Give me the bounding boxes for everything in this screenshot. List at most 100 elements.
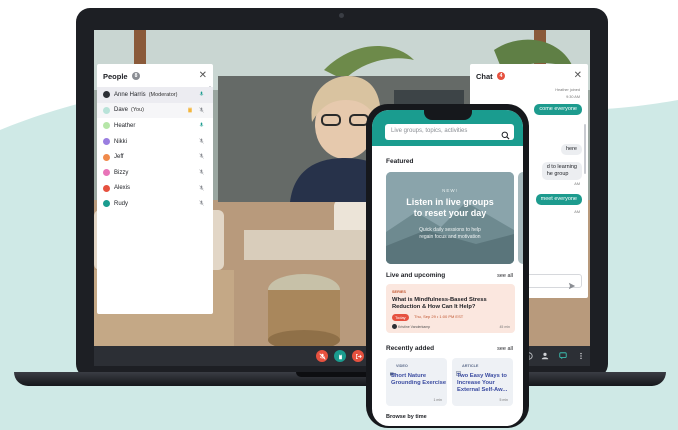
event-host: Kristine Vanderkamp: [398, 325, 431, 329]
hero-subtitle-line: Quick daily sessions to help: [419, 227, 481, 233]
participant-name: Bizzy: [114, 169, 129, 176]
participant-row[interactable]: Anne Harris (Moderator): [97, 87, 213, 103]
event-live-badge: Today: [392, 314, 409, 321]
chat-unread-badge: 4: [496, 72, 506, 80]
recent-section-title: Recently added: [386, 345, 435, 352]
hero-title-line: to reset your day: [413, 208, 487, 218]
featured-hero-card[interactable]: NEW! Listen in live groups to reset your…: [386, 172, 514, 264]
people-icon: [541, 352, 549, 360]
people-panel: People 8 ✕ Anne Harris (Moderator) Dave (Yo…: [97, 64, 213, 314]
card-duration: 1 min: [433, 398, 442, 402]
raised-hand-icon: [187, 106, 193, 115]
mic-off-icon: [199, 153, 204, 161]
chat-message-line: he group: [546, 171, 569, 177]
card-title-line: Two Easy Ways to: [457, 373, 507, 379]
card-title-line: Short Nature: [391, 373, 427, 379]
card-title-line: Grounding Exercise: [391, 380, 447, 386]
chat-join-notice: Heather joined: [555, 88, 580, 92]
hand-icon: [338, 353, 342, 359]
live-section-title: Live and upcoming: [386, 272, 446, 279]
hero-background-image: [386, 172, 514, 264]
host-avatar: [392, 324, 397, 329]
phone-screen: Live groups, topics, activities Featured…: [372, 110, 523, 426]
recent-card-article[interactable]: ARTICLE Two Easy Ways to Increase Your E…: [452, 358, 513, 406]
hero-subtitle-line: regain focus and motivation: [419, 234, 481, 240]
mic-off-icon: [199, 138, 204, 146]
participant-row[interactable]: Rudy: [97, 196, 213, 212]
avatar: [103, 106, 110, 114]
participant-row[interactable]: Alexis: [97, 181, 213, 197]
people-count-badge: 8: [131, 72, 141, 80]
participant-name: Alexis: [114, 185, 131, 192]
participant-name: Heather: [114, 122, 136, 129]
participant-row[interactable]: Jeff: [97, 149, 213, 165]
mic-off-icon: [318, 352, 326, 360]
people-toggle-button[interactable]: [540, 351, 550, 361]
hero-title-line: Listen in live groups: [406, 197, 494, 207]
mic-off-icon: [199, 200, 204, 208]
avatar: [103, 138, 110, 146]
participant-name: Jeff: [114, 154, 124, 161]
event-category: SERIES: [392, 290, 406, 294]
chat-message: meet everyone: [535, 194, 582, 205]
chat-scrollbar[interactable]: [584, 124, 586, 174]
card-duration: 5 min: [499, 398, 508, 402]
mic-off-icon: [199, 106, 204, 115]
card-category: VIDEO: [396, 364, 408, 368]
card-title-line: Increase Your: [457, 380, 495, 386]
people-panel-title: People: [103, 71, 128, 81]
hero-eyebrow: NEW!: [442, 188, 458, 193]
exit-icon: [355, 353, 362, 359]
recent-card-video[interactable]: VIDEO Short Nature Grounding Exercise 1 …: [386, 358, 447, 406]
close-icon[interactable]: ✕: [574, 71, 582, 81]
participant-name: Dave: [114, 107, 129, 114]
send-icon[interactable]: [568, 277, 576, 295]
chat-message: d to learning he group: [541, 162, 582, 180]
live-see-all-link[interactable]: see all: [497, 273, 513, 279]
event-duration: 45 min: [499, 325, 510, 329]
chat-message: come everyone: [534, 104, 582, 115]
people-list: Anne Harris (Moderator) Dave (You) Heather Ni…: [97, 87, 213, 212]
mic-on-icon: [199, 122, 204, 130]
participant-row[interactable]: Nikki: [97, 134, 213, 150]
mute-mic-button[interactable]: [316, 350, 328, 362]
leave-call-button[interactable]: [352, 350, 364, 362]
phone: Live groups, topics, activities Featured…: [366, 104, 529, 428]
participant-role: (You): [131, 107, 144, 114]
card-category: ARTICLE: [462, 364, 479, 368]
participant-name: Anne Harris: [114, 91, 146, 98]
close-icon[interactable]: ✕: [199, 71, 207, 81]
participant-row[interactable]: Dave (You): [97, 102, 213, 119]
raise-hand-button[interactable]: [334, 350, 346, 362]
featured-section-title: Featured: [386, 158, 414, 165]
chat-toggle-button[interactable]: [558, 351, 568, 361]
participant-name: Nikki: [114, 138, 127, 145]
chat-message-line: d to learning: [546, 164, 577, 170]
phone-notch: [424, 110, 472, 120]
next-featured-card-peek[interactable]: [518, 172, 523, 264]
event-date: Thu, Sep 29 • 1:00 PM EST: [414, 314, 464, 319]
avatar: [103, 153, 110, 161]
avatar: [103, 91, 110, 99]
chat-panel-header: Chat 4 ✕: [470, 67, 588, 85]
participant-name: Rudy: [114, 200, 129, 207]
avatar: [103, 200, 110, 208]
mic-on-icon: [199, 91, 204, 99]
search-input[interactable]: Live groups, topics, activities: [385, 124, 514, 140]
chat-message: here: [560, 144, 582, 155]
chat-icon: [559, 352, 567, 360]
participant-row[interactable]: Bizzy: [97, 165, 213, 181]
recent-see-all-link[interactable]: see all: [497, 346, 513, 352]
chat-timestamp: AM: [574, 182, 580, 186]
chat-timestamp: AM: [574, 210, 580, 214]
chat-timestamp: 9:30 AM: [566, 95, 580, 99]
live-event-card[interactable]: SERIES What is Mindfulness-Based Stress …: [386, 284, 515, 333]
participant-row[interactable]: Heather: [97, 118, 213, 134]
event-title-line: Reduction & How Can It Help?: [392, 304, 476, 310]
card-title-line: External Self-Aw...: [457, 387, 508, 393]
search-icon[interactable]: [501, 127, 510, 145]
people-panel-header: People 8 ✕: [97, 67, 213, 85]
laptop-camera: [339, 13, 344, 18]
browse-section-title: Browse by time: [386, 414, 427, 420]
more-options-button[interactable]: [576, 351, 586, 361]
